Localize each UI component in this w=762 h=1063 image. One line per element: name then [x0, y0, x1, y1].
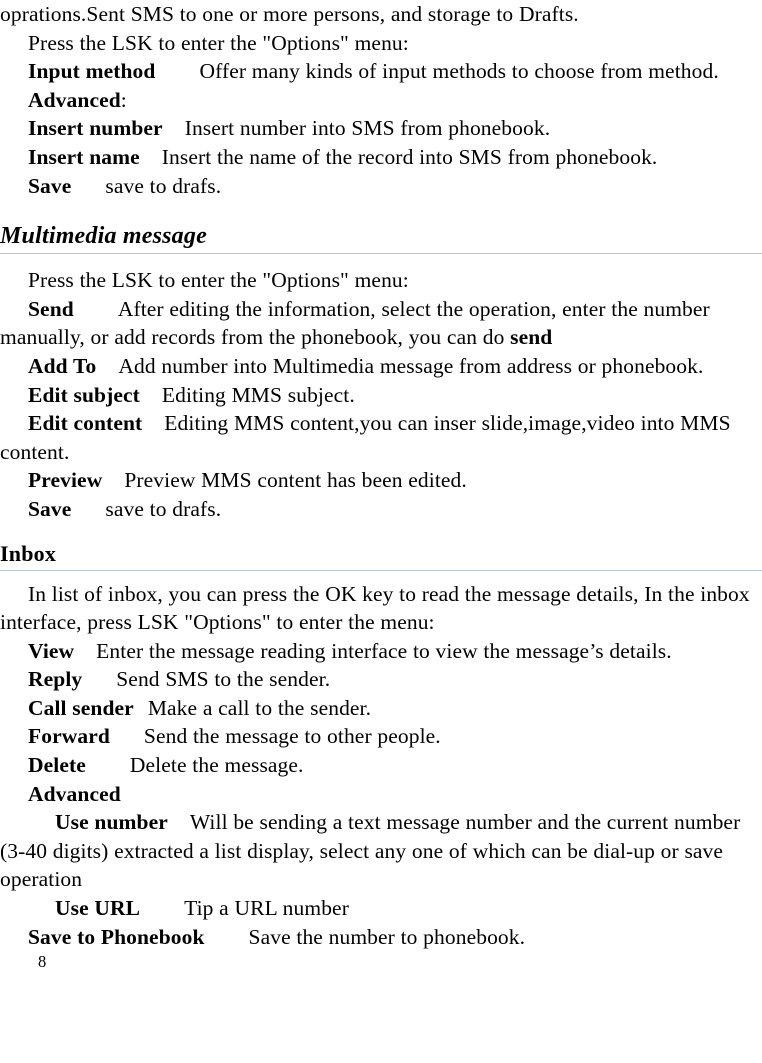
option-item-forward: Forward Send the message to other people.	[0, 722, 762, 751]
paragraph-press-lsk-mms: Press the LSK to enter the "Options" men…	[28, 268, 409, 293]
option-term: Reply	[28, 667, 83, 692]
option-term: Edit subject	[28, 382, 140, 407]
spacer-before-inbox-heading	[0, 524, 762, 540]
option-item-send: Send After editing the information, selec…	[0, 295, 762, 352]
option-description: Insert the name of the record into SMS f…	[161, 144, 658, 169]
option-item-input-method: Input method Offer many kinds of input me…	[0, 57, 762, 86]
spacer-after-multimedia-heading	[0, 254, 762, 266]
option-item-edit-content: Edit content Editing MMS content,you can …	[0, 409, 762, 466]
section-heading-multimedia-message: Multimedia message	[0, 223, 207, 250]
page-number: 8	[38, 952, 47, 972]
option-item-use-number: Use number Will be sending a text message…	[0, 808, 762, 894]
option-term: Insert name	[28, 144, 140, 169]
inbox-heading-group: Inbox	[0, 540, 762, 571]
option-description-bold-tail: send	[510, 325, 553, 350]
option-description: Enter the message reading interface to v…	[96, 638, 672, 663]
option-description: Editing MMS subject.	[161, 382, 355, 407]
paragraph-press-lsk: Press the LSK to enter the "Options" men…	[28, 30, 409, 55]
option-description: Delete the message.	[129, 753, 304, 778]
option-item-advanced: Advanced:	[0, 86, 762, 115]
multimedia-section: Press the LSK to enter the "Options" men…	[0, 266, 762, 523]
option-description: Send the message to other people.	[143, 724, 441, 749]
option-description: Tip a URL number	[184, 896, 349, 921]
option-term: Delete	[28, 753, 86, 778]
option-term: Forward	[28, 724, 110, 749]
multimedia-heading-group: Multimedia message	[0, 221, 762, 255]
option-term: Save	[28, 173, 72, 198]
option-term: Add To	[28, 353, 97, 378]
spacer-before-multimedia-heading	[0, 200, 762, 221]
option-description: Offer many kinds of input methods to cho…	[199, 59, 719, 84]
paragraph-continuation: oprations.Sent SMS to one or more person…	[0, 2, 579, 26]
option-term: Input method	[28, 59, 156, 84]
option-item-insert-number: Insert number Insert number into SMS from…	[0, 114, 762, 143]
option-term: Use URL	[55, 896, 141, 921]
option-item-reply: Reply Send SMS to the sender.	[0, 665, 762, 694]
option-description: save to drafs.	[105, 496, 222, 521]
option-description: :	[120, 87, 127, 112]
option-item-view: View Enter the message reading interface …	[0, 637, 762, 666]
option-term: Call sender	[28, 695, 134, 720]
document-page: oprations.Sent SMS to one or more person…	[0, 0, 762, 1063]
section-heading-inbox: Inbox	[0, 540, 57, 566]
option-item-edit-subject: Edit subject Editing MMS subject.	[0, 381, 762, 410]
option-term: Advanced	[28, 781, 121, 806]
option-term: Use number	[55, 810, 168, 835]
option-description: save to drafs.	[105, 173, 222, 198]
option-item-add-to: Add To Add number into Multimedia message…	[0, 352, 762, 381]
option-item-advanced-inbox: Advanced	[0, 780, 762, 809]
option-item-delete: Delete Delete the message.	[0, 751, 762, 780]
option-item-save-mms: Save save to drafs.	[0, 495, 762, 524]
option-item-save-to-phonebook: Save to Phonebook Save the number to phon…	[0, 923, 762, 952]
option-item-call-sender: Call sender Make a call to the sender.	[0, 694, 762, 723]
option-description: Save the number to phonebook.	[248, 924, 526, 949]
inbox-section: In list of inbox, you can press the OK k…	[0, 580, 762, 952]
option-term: Save to Phonebook	[28, 924, 205, 949]
option-term: Advanced	[28, 87, 121, 112]
option-term: Edit content	[28, 411, 143, 436]
option-description: Preview MMS content has been edited.	[124, 468, 467, 493]
option-item-preview: Preview Preview MMS content has been edit…	[0, 466, 762, 495]
option-term: Save	[28, 496, 72, 521]
option-description: After editing the information, select th…	[0, 296, 710, 350]
option-term: Send	[28, 296, 74, 321]
option-description: Add number into Multimedia message from …	[118, 353, 704, 378]
option-term: View	[28, 638, 75, 663]
option-item-insert-name: Insert name Insert the name of the record…	[0, 143, 762, 172]
option-term: Insert number	[28, 116, 163, 141]
sms-section: oprations.Sent SMS to one or more person…	[0, 0, 762, 200]
spacer-after-inbox-heading	[0, 571, 762, 580]
option-term: Preview	[28, 468, 103, 493]
option-item-use-url: Use URL Tip a URL number	[0, 894, 762, 923]
option-item-save: Save save to drafs.	[0, 172, 762, 201]
option-description: Make a call to the sender.	[147, 695, 372, 720]
option-description: Send SMS to the sender.	[116, 667, 331, 692]
option-description: Insert number into SMS from phonebook.	[184, 116, 551, 141]
paragraph-inbox-intro: In list of inbox, you can press the OK k…	[0, 581, 750, 635]
